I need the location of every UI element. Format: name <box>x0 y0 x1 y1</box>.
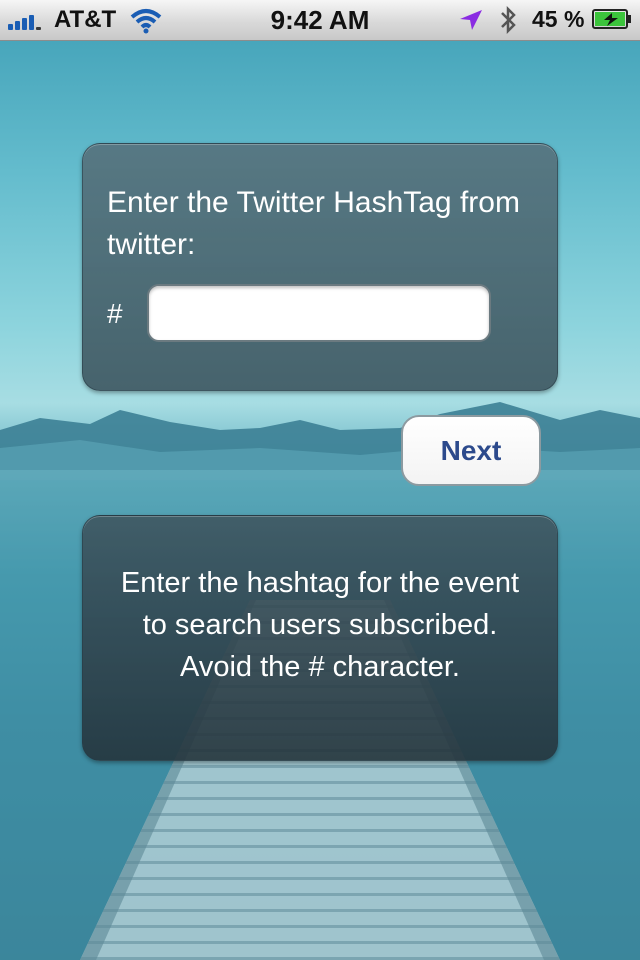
battery-percentage: 45 % <box>532 6 585 32</box>
status-bar: AT&T 9:42 AM 45 % <box>0 0 640 41</box>
location-arrow-icon <box>460 10 482 30</box>
hashtag-panel: Enter the Twitter HashTag from twitter: … <box>82 143 558 391</box>
hashtag-input[interactable] <box>147 284 491 342</box>
bluetooth-icon <box>501 5 516 35</box>
battery-charging-icon <box>592 9 631 29</box>
hashtag-prompt: Enter the Twitter HashTag from twitter: <box>107 186 520 261</box>
next-button[interactable]: Next <box>401 415 541 486</box>
hash-symbol: # <box>107 298 123 329</box>
help-text: Enter the hashtag for the event to searc… <box>120 567 520 683</box>
help-panel: Enter the hashtag for the event to searc… <box>82 515 558 761</box>
